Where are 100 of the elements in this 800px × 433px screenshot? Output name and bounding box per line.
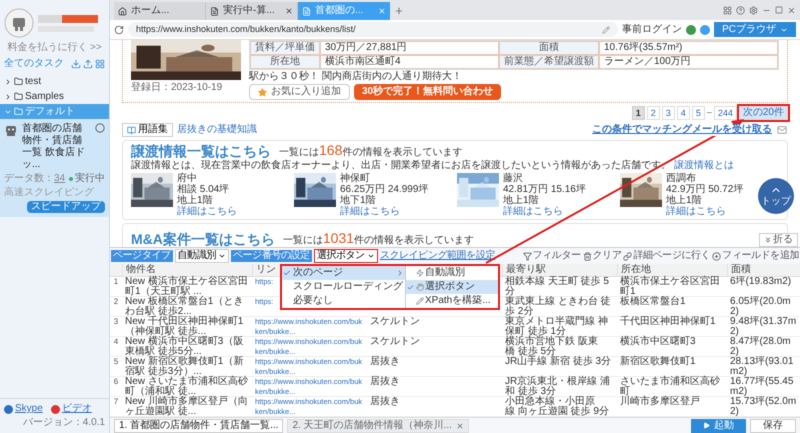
apps-icon[interactable] (723, 6, 732, 14)
clear-button[interactable]: クリア (582, 250, 622, 262)
footer-link[interactable]: Skype (4, 403, 43, 415)
browser-tab[interactable]: ホーム... (114, 2, 206, 20)
pencil-icon (416, 297, 424, 305)
table-cell-text: 8.47坪(28.0m2) (729, 337, 791, 357)
table-cell-text: New さいたま市浦和区高砂町（浦和駅 徒... (124, 377, 249, 397)
reload-icon[interactable] (114, 24, 124, 34)
item-price: 42.9万円 50.72坪 (666, 184, 744, 195)
close-icon[interactable] (456, 422, 464, 430)
collapse-button[interactable]: 折る (759, 233, 798, 247)
column-header: 最寄り駅 (506, 264, 546, 276)
task-tab[interactable]: 2. 天王町の店舗物件情報（神奈川... (287, 418, 469, 432)
table-cell-text: 横浜市保土ケ谷区宮田町1 (619, 277, 721, 297)
mode-text: 高速スクレイピング (4, 187, 95, 199)
table-cell: 横浜市南区通町4 (320, 55, 499, 69)
description-link[interactable]: 譲渡情報とは (674, 160, 734, 171)
menu-item[interactable]: 自動識別 (406, 266, 498, 280)
table-cell-text: 9.48坪(31.37m2) (729, 317, 798, 337)
menu-item[interactable]: 必要なし (282, 294, 405, 308)
close-icon[interactable] (285, 7, 293, 15)
page-type-select[interactable]: 自動識別 (174, 249, 230, 263)
folder-item[interactable]: Samples (0, 89, 109, 104)
folder-icon (14, 92, 23, 101)
detail-link[interactable]: 詳細はこちら (177, 206, 237, 217)
export-icon[interactable] (83, 59, 93, 69)
inquiry-button[interactable]: 30秒で完了！無料問い合わせ (354, 84, 502, 100)
count-text: 一覧には168件の情報を表示しています (279, 143, 462, 159)
item-price: 42.81万円 15.16坪 (503, 184, 586, 195)
paging-label: ページ番号の設定 (231, 250, 312, 262)
browser-tab[interactable]: 実行中-算... (206, 2, 298, 20)
table-header-cell: 所在地 (250, 55, 320, 69)
page-link[interactable]: 5 (692, 106, 705, 120)
row-number: 7 (114, 397, 118, 408)
save-button[interactable]: 保存 (750, 418, 796, 432)
table-cell-text: スケルトン (369, 337, 421, 347)
table-cell-text: JR山手線 新宿 徒歩 3分 (504, 357, 612, 367)
import-icon[interactable] (71, 59, 81, 69)
table-cell-text: 居抜き (369, 397, 401, 407)
page-link[interactable]: 3 (662, 106, 675, 120)
page-type-label: ページタイプ (111, 250, 173, 262)
new-tab-icon[interactable] (394, 6, 404, 16)
pre-login-link[interactable]: 事前ログイン (622, 24, 682, 36)
address-bar[interactable]: https://www.inshokuten.com/bukken/kanto/bukkens/list/ (128, 22, 618, 37)
play-icon (703, 422, 710, 429)
glossary-badge[interactable]: 用語集 (122, 123, 173, 137)
table-cell-text: 6.05坪(20.0m2) (729, 297, 791, 317)
page-link[interactable]: 1 (632, 106, 645, 120)
table-cell-text: 16.77坪(55.45m2) (729, 377, 794, 397)
page-link[interactable]: 2 (646, 106, 660, 120)
folder-item[interactable]: test (0, 74, 109, 89)
count-text: 一覧には1031件の情報を表示しています (282, 231, 474, 247)
favorite-button[interactable]: お気に入り追加 (249, 84, 350, 100)
pencil-icon[interactable] (602, 26, 610, 34)
help-icon[interactable] (736, 6, 745, 14)
basics-link[interactable]: 居抜きの基礎知識 (177, 124, 257, 136)
table-header-cell: 面積 (499, 41, 599, 55)
detail-button[interactable]: 詳細ページに行く (623, 250, 710, 262)
column-header: 面積 (731, 264, 751, 276)
top-button[interactable]: トップ (758, 178, 794, 214)
footer-link[interactable]: ビデオ (50, 403, 92, 415)
detail-link[interactable]: 詳細はこちら (340, 206, 428, 217)
table-cell-text: New 川崎市多摩区登戸（向ヶ丘遊園駅 徒... (124, 397, 249, 417)
detail-link[interactable]: 詳細はこちら (503, 206, 586, 217)
robot-icon (4, 123, 18, 137)
folder-icon (14, 77, 23, 86)
paging-select[interactable]: 選択ボタン (314, 249, 378, 263)
table-cell: 10.76坪(35.57m²) (599, 41, 778, 55)
menu-item[interactable]: 選択ボタン (406, 280, 498, 294)
page-link[interactable]: 244 (714, 106, 737, 120)
speed-up-button[interactable]: スピードアップ (27, 201, 105, 213)
trash-icon (582, 252, 592, 260)
pc-browser-button[interactable]: PCブラウザ (714, 22, 796, 37)
add-button[interactable]: フィールドを追加 (712, 250, 799, 262)
table-cell-text: New 千代田区神田神保町1（神保町駅 徒歩... (124, 317, 244, 337)
table-cell-text: New 板橋区常盤台1（ときわ台駅 徒歩2... (124, 297, 244, 317)
next-page-link[interactable]: 次の20件 (738, 106, 788, 120)
item-floor: 地下1階 (340, 195, 377, 206)
menu-item[interactable]: スクロールローディング (282, 280, 405, 294)
maximize-icon[interactable] (775, 6, 783, 14)
table-cell-text: 6坪(19.83m2) (729, 277, 792, 287)
task-tab[interactable]: 1. 首都圏の店舗物件・賃店舗一覧... (114, 418, 284, 432)
page-link[interactable]: 4 (676, 106, 690, 120)
start-button[interactable]: 起動 (691, 418, 746, 432)
section-title: 譲渡情報一覧はこちら (131, 143, 271, 159)
table-cell-text: 横浜市営地下鉄 阪東橋 徒歩 5分 (504, 337, 599, 357)
row-number: 2 (114, 297, 118, 308)
menu-item[interactable]: XPathを構築... (406, 294, 498, 308)
item-floor: 地上1階 (177, 195, 214, 206)
settings-icon[interactable] (749, 6, 758, 14)
submenu-icon (396, 269, 404, 277)
grid-icon[interactable] (95, 59, 105, 69)
menu-item[interactable]: 次のページ (282, 266, 405, 280)
matching-mail-link[interactable]: この条件でマッチングメールを受け取る (592, 124, 772, 136)
filter-button[interactable]: フィルター (522, 250, 581, 262)
task-card[interactable]: 首都圏の店舗物件・賃店舗一覧 飲食店ドッ... データ数：34 実行中 高速スクレイピング スピードアップ (0, 119, 109, 217)
table-cell-text: 東武東上線 ときわ台 徒歩 2分 (504, 297, 612, 317)
item-place: 西調布 (666, 173, 697, 184)
close-icon[interactable] (787, 6, 796, 14)
detail-link[interactable]: 詳細はこちら (666, 206, 744, 217)
